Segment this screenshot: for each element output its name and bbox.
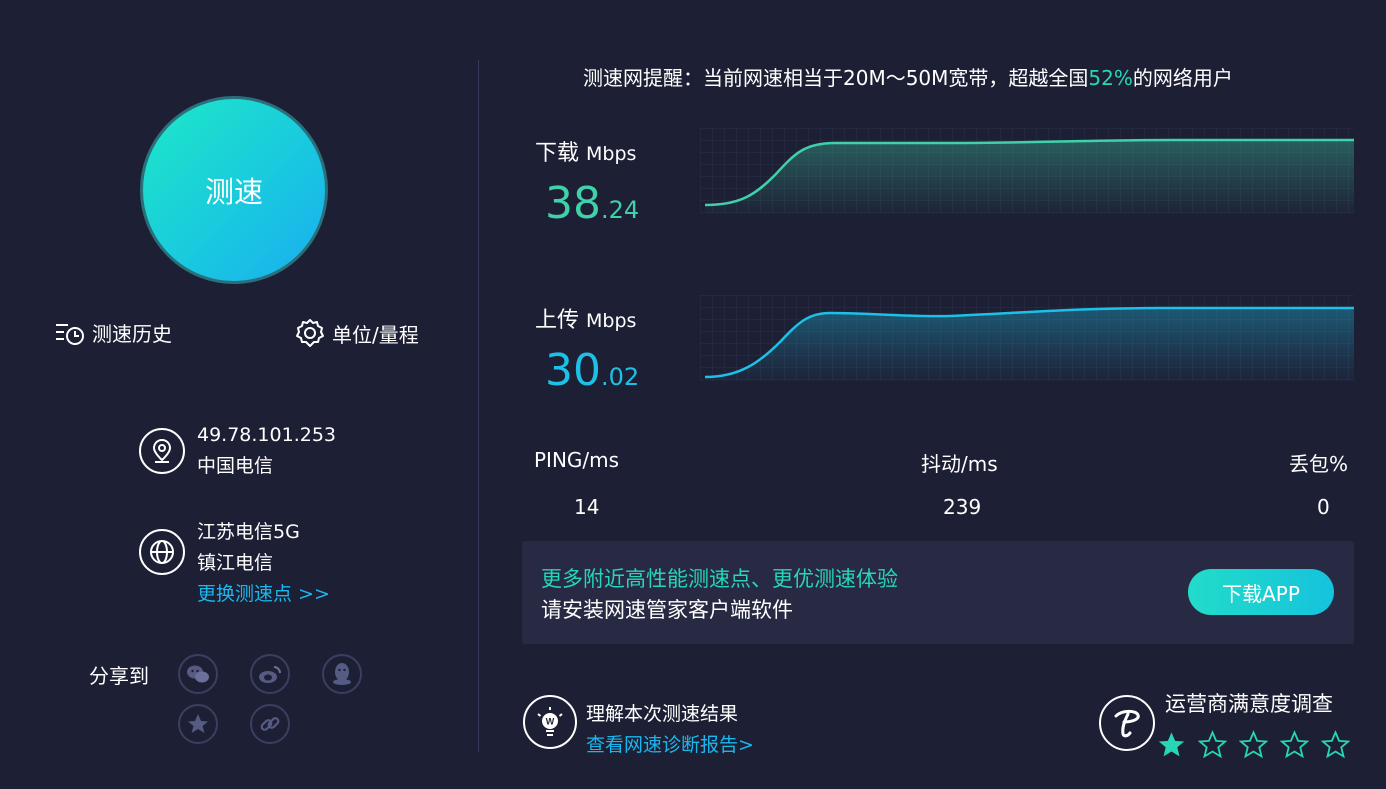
star-1-icon[interactable]	[1157, 730, 1186, 759]
location-pin-icon	[139, 428, 185, 474]
upload-graph	[700, 295, 1354, 381]
wechat-icon	[187, 665, 209, 683]
report-link[interactable]: 查看网速诊断报告>	[586, 730, 754, 757]
notice-prefix: 测速网提醒：当前网速相当于20M～50M宽带，超越全国	[583, 66, 1089, 90]
app-promo-banner: 更多附近高性能测速点、更优测速体验 请安装网速管家客户端软件 下载APP	[522, 541, 1354, 644]
copy-link-button[interactable]	[250, 704, 290, 744]
weibo-icon	[259, 666, 281, 683]
upload-int: 30	[545, 345, 601, 396]
unit-range-button[interactable]: 单位/量程	[294, 317, 419, 349]
report-title: 理解本次测速结果	[586, 703, 739, 725]
history-icon	[56, 323, 84, 345]
panel-divider	[478, 60, 479, 752]
star-4-icon[interactable]	[1280, 730, 1309, 759]
loss-label: 丢包%	[1289, 452, 1349, 476]
history-label: 测速历史	[92, 322, 172, 346]
download-unit: Mbps	[586, 143, 637, 165]
isp-name: 中国电信	[197, 455, 274, 477]
qq-icon	[333, 663, 351, 685]
change-server-link[interactable]: 更换测速点 >>	[197, 579, 330, 610]
download-label: 下载 Mbps	[535, 135, 636, 167]
star-icon	[188, 714, 208, 733]
download-app-label: 下载APP	[1222, 581, 1300, 606]
survey-title: 运营商满意度调查	[1165, 692, 1333, 716]
server-city: 镇江电信	[197, 552, 274, 574]
svg-text:W: W	[546, 717, 555, 727]
ping-label: PING/ms	[534, 448, 620, 472]
share-label: 分享到	[89, 664, 149, 688]
rating-stars	[1157, 730, 1350, 759]
ip-info: 49.78.101.253 中国电信	[139, 420, 336, 482]
history-button[interactable]: 测速历史	[54, 318, 172, 347]
ping-value: 14	[574, 495, 600, 519]
promo-line2: 请安装网速管家客户端软件	[541, 598, 793, 622]
notice-suffix: 的网络用户	[1132, 66, 1233, 90]
china-telecom-logo-icon	[1099, 695, 1155, 751]
server-name: 江苏电信5G	[197, 521, 300, 543]
star-2-icon[interactable]	[1198, 730, 1227, 759]
globe-icon	[139, 529, 185, 575]
share-qzone-button[interactable]	[178, 704, 218, 744]
download-graph	[700, 128, 1354, 214]
star-3-icon[interactable]	[1239, 730, 1268, 759]
download-label-text: 下载	[535, 141, 580, 166]
jitter-label: 抖动/ms	[921, 452, 998, 476]
download-dec: .24	[601, 196, 640, 224]
upload-unit: Mbps	[586, 310, 637, 332]
speed-test-label: 测速	[204, 175, 263, 209]
share-weibo-button[interactable]	[250, 654, 290, 694]
gear-icon	[296, 319, 324, 347]
upload-label-text: 上传	[535, 308, 580, 333]
lightbulb-icon: W	[523, 695, 577, 749]
upload-value: 30.02	[545, 349, 639, 399]
notice-percent: 52%	[1088, 66, 1133, 90]
server-info: 江苏电信5G 镇江电信 更换测速点 >>	[139, 517, 330, 610]
star-5-icon[interactable]	[1321, 730, 1350, 759]
promo-line1: 更多附近高性能测速点、更优测速体验	[541, 567, 898, 591]
speed-test-button[interactable]: 测速	[140, 96, 328, 284]
link-icon	[260, 717, 280, 731]
ip-address: 49.78.101.253	[197, 424, 337, 446]
download-app-button[interactable]: 下载APP	[1188, 569, 1334, 615]
download-value: 38.24	[545, 182, 639, 232]
unit-range-label: 单位/量程	[332, 322, 419, 347]
jitter-value: 239	[943, 495, 982, 519]
share-qq-button[interactable]	[322, 654, 362, 694]
loss-value: 0	[1317, 495, 1330, 519]
download-int: 38	[545, 178, 601, 229]
speed-notice: 测速网提醒：当前网速相当于20M～50M宽带，超越全国52%的网络用户	[583, 62, 1233, 91]
upload-dec: .02	[601, 363, 640, 391]
upload-label: 上传 Mbps	[535, 302, 636, 334]
share-wechat-button[interactable]	[178, 654, 218, 694]
